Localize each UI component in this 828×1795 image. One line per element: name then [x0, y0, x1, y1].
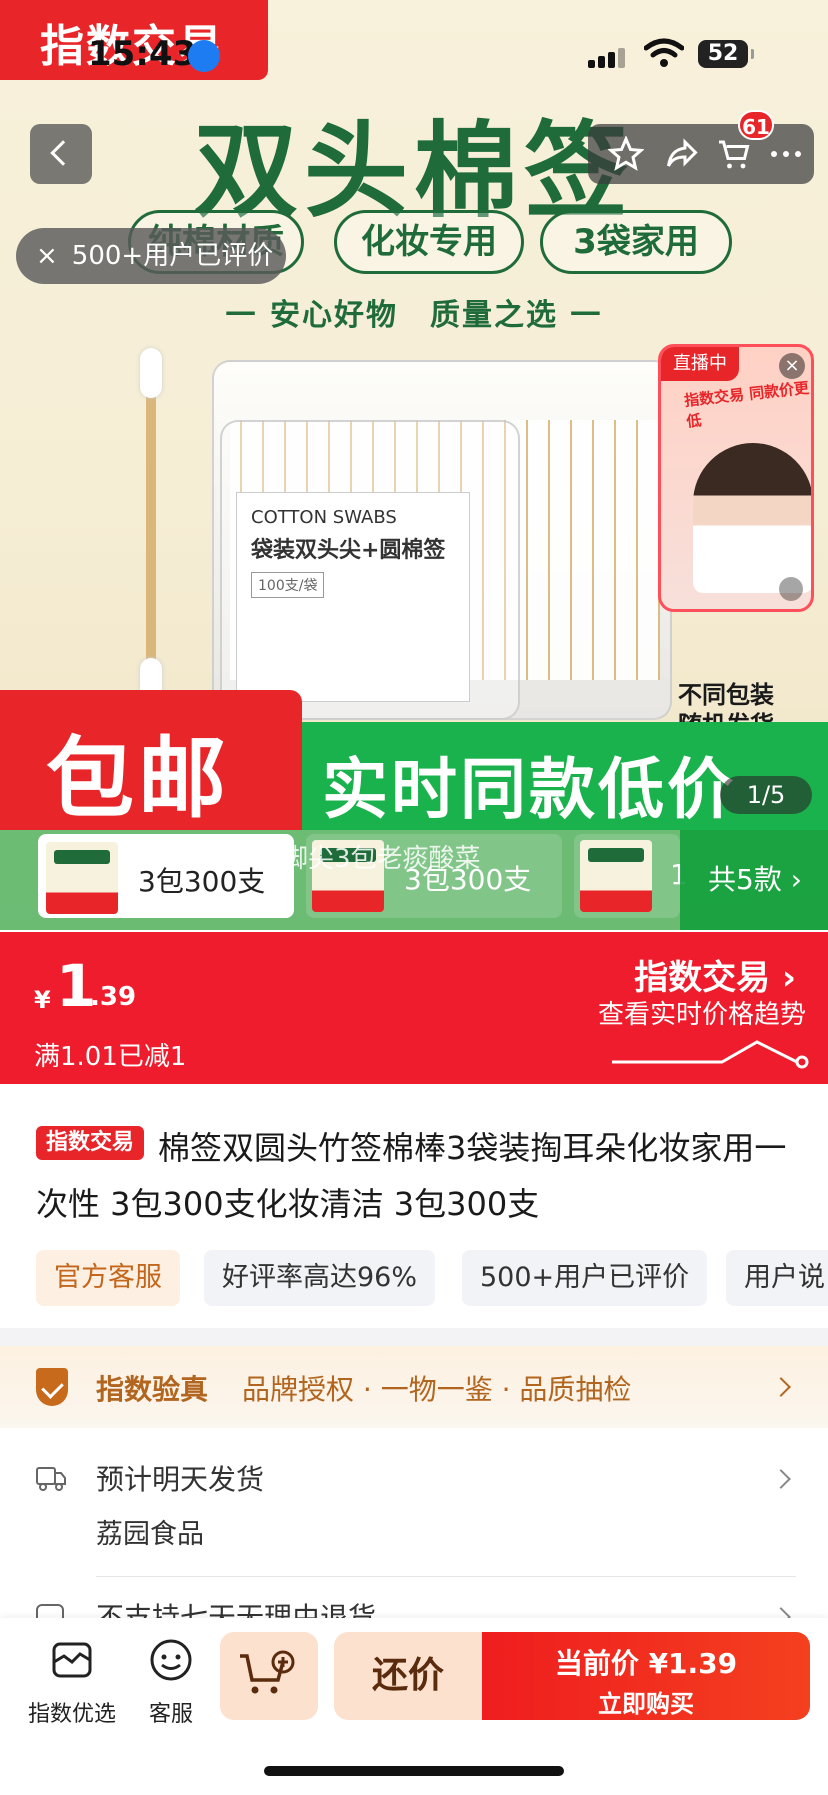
- cart-count-badge: 61: [738, 110, 774, 140]
- product-title: 棉签双圆头竹签棉棒3袋装掏耳朵化妆家用一次性 3包300支化妆清洁 3包300支: [36, 1129, 787, 1223]
- pack-label: COTTON SWABS 袋装双头尖+圆棉签 100支/袋: [236, 492, 470, 702]
- battery-indicator: 52: [698, 40, 754, 68]
- price-currency: ¥: [34, 986, 51, 1014]
- buy-label: 立即购买: [598, 1690, 694, 1718]
- home-tab[interactable]: 指数优选: [26, 1638, 118, 1728]
- product-image-gallery[interactable]: 双头棉签 纯棉材质 化妆专用 3袋家用 一 安心好物 质量之选 一 COTTON…: [0, 0, 828, 930]
- free-shipping-banner: 包邮: [0, 690, 302, 830]
- truck-icon: [36, 1467, 66, 1491]
- store-icon: [52, 1642, 92, 1678]
- mute-icon[interactable]: [779, 577, 803, 601]
- pack-label-count: 100支/袋: [251, 572, 325, 598]
- shield-check-icon: [36, 1368, 68, 1406]
- official-service-chip[interactable]: 官方客服: [36, 1250, 180, 1306]
- price-trend-link[interactable]: 指数交易 ›: [634, 950, 796, 999]
- home-indicator: [264, 1766, 564, 1776]
- bargain-button[interactable]: 还价: [334, 1632, 482, 1720]
- live-stream-popup[interactable]: 直播中 × 指数交易 同款价更低: [658, 344, 814, 612]
- customer-service-tab[interactable]: 客服: [132, 1638, 210, 1728]
- rating-chip[interactable]: × 500+用户已评价: [16, 228, 286, 284]
- chevron-right-icon: [771, 1377, 791, 1397]
- pack-label-cn: 袋装双头尖+圆棉签: [251, 538, 446, 563]
- share-icon[interactable]: [664, 136, 700, 172]
- rating-chip-text: 500+用户已评价: [71, 241, 274, 271]
- live-tag: 直播中: [661, 347, 739, 381]
- price-discount: 满1.01已减1: [34, 1042, 187, 1072]
- verify-title: 指数验真: [96, 1373, 209, 1406]
- good-rate-chip[interactable]: 好评率高达96%: [204, 1250, 436, 1306]
- cart-plus-icon: [240, 1650, 295, 1694]
- wifi-icon: [644, 38, 684, 67]
- top-action-bar: [588, 124, 814, 184]
- price-bar: ¥ 1 .39 满1.01已减1 指数交易 › 查看实时价格趋势: [0, 932, 828, 1084]
- home-tab-label: 指数优选: [27, 1702, 116, 1727]
- hero-pill-2: 化妆专用: [334, 210, 524, 274]
- chevron-left-icon: [50, 140, 76, 166]
- back-button[interactable]: [30, 124, 92, 184]
- product-title-section: 棉签双圆头竹签棉棒3袋装掏耳朵化妆家用一次性 3包300支化妆清洁 3包300支…: [0, 1084, 828, 1328]
- service-smile-icon: [150, 1639, 192, 1681]
- single-swab-image: [140, 348, 162, 708]
- variant-thumb: [580, 840, 652, 912]
- hero-subtitle: 一 安心好物 质量之选 一: [225, 298, 603, 333]
- location-icon: [188, 40, 220, 72]
- title-brand-tag: 指数交易: [36, 1126, 145, 1160]
- live-headline: 指数交易 同款价更低: [683, 378, 810, 431]
- signal-icon: [588, 46, 626, 68]
- pack-label-en: COTTON SWABS: [251, 507, 397, 528]
- trend-line-icon: [612, 1040, 809, 1069]
- price-trend-subtitle[interactable]: 查看实时价格趋势: [598, 994, 806, 1031]
- more-icon[interactable]: [768, 136, 804, 172]
- section-divider: [0, 1328, 828, 1346]
- review-count-chip[interactable]: 500+用户已评价: [462, 1250, 708, 1306]
- variant-thumb: [46, 842, 118, 914]
- star-icon[interactable]: [608, 136, 644, 172]
- add-to-cart-button[interactable]: [220, 1632, 318, 1720]
- variant-option-3[interactable]: 1: [574, 834, 688, 918]
- service-tab-label: 客服: [148, 1702, 193, 1727]
- variant-option-1[interactable]: 3包300支: [38, 834, 294, 918]
- all-variants-button[interactable]: 共5款 ›: [680, 830, 828, 930]
- verify-description: 品牌授权 · 一物一鉴 · 品质抽检: [242, 1373, 632, 1406]
- chevron-right-icon: [771, 1469, 791, 1489]
- variant-label: 3包300支: [138, 865, 266, 898]
- danmaku-comment: 脚尖3包老痰酸菜: [282, 844, 481, 874]
- store-name: 荔园食品: [96, 1519, 204, 1550]
- cart-icon[interactable]: [716, 136, 752, 172]
- live-close-button[interactable]: ×: [779, 353, 805, 379]
- buy-price: 当前价 ¥1.39: [554, 1647, 738, 1680]
- close-icon[interactable]: ×: [36, 241, 58, 271]
- user-says-chip[interactable]: 用户说: [726, 1250, 828, 1306]
- shipping-section[interactable]: 预计明天发货 荔园食品 不支持七天无理由退货: [0, 1428, 828, 1634]
- price-decimal: .39: [90, 982, 137, 1012]
- divider: [96, 1576, 796, 1577]
- verification-row[interactable]: 指数验真 品牌授权 · 一物一鉴 · 品质抽检: [0, 1346, 828, 1428]
- shipping-estimate: 预计明天发货: [96, 1463, 265, 1496]
- pack-note-line1: 不同包装: [678, 681, 774, 709]
- hero-pill-3: 3袋家用: [540, 210, 732, 274]
- image-counter: 1/5: [720, 776, 812, 814]
- status-time: 15:43: [88, 34, 197, 74]
- buy-now-button[interactable]: 当前价 ¥1.39 立即购买: [482, 1632, 810, 1720]
- live-host-image: [693, 443, 811, 593]
